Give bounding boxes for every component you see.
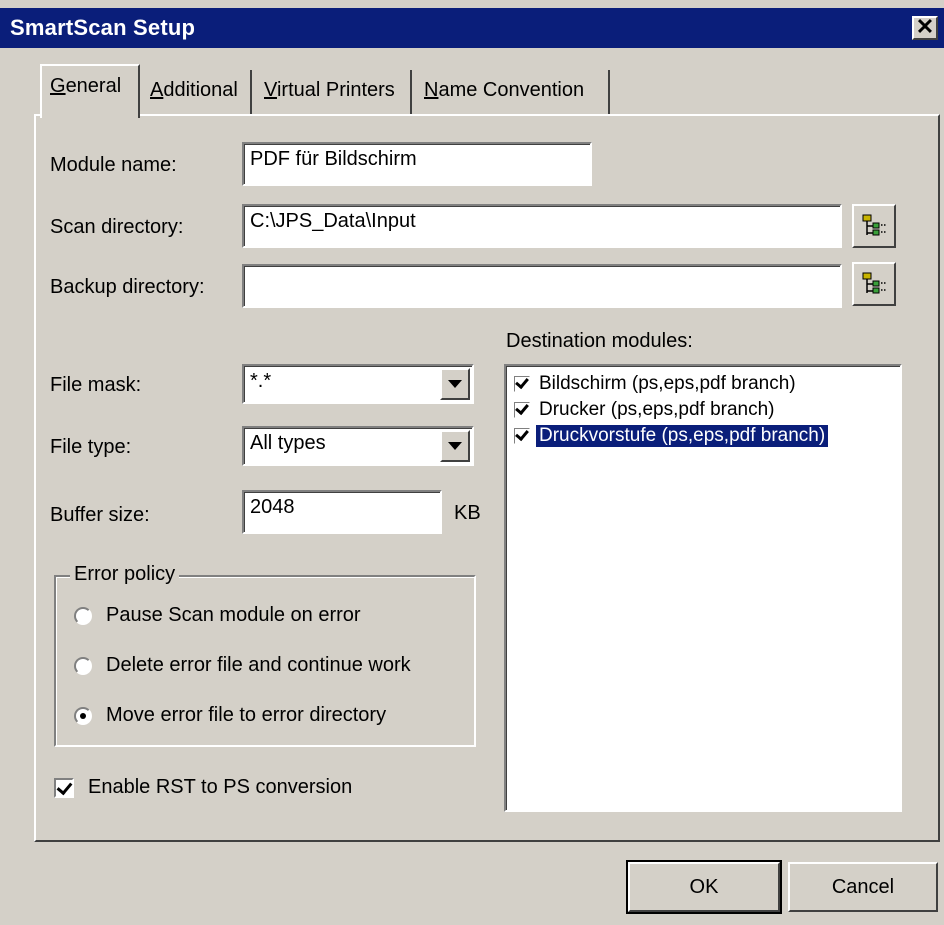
destination-checkbox[interactable] [514,402,530,418]
tab-name-convention[interactable]: Name Convention [416,70,610,116]
radio-pause-scan[interactable]: Pause Scan module on error [74,604,361,627]
enable-rst-label: Enable RST to PS conversion [88,776,353,798]
close-button[interactable]: ✕ [912,16,938,40]
buffer-size-label: Buffer size: [50,504,150,526]
tab-virtual-printers[interactable]: Virtual Printers [256,70,412,116]
destination-modules-label: Destination modules: [506,330,693,352]
tab-virtual-printers-mnemonic: V [264,79,277,101]
file-mask-dropdown-button[interactable] [440,368,470,400]
destination-modules-list[interactable]: Bildschirm (ps,eps,pdf branch) Drucker (… [504,364,902,812]
radio-pause-scan-label: Pause Scan module on error [106,604,361,626]
enable-rst-checkbox-row[interactable]: Enable RST to PS conversion [54,776,352,799]
list-item-label: Druckvorstufe (ps,eps,pdf branch) [534,424,830,448]
tab-additional[interactable]: Additional [142,70,252,116]
list-item-selected[interactable]: Druckvorstufe (ps,eps,pdf branch) [514,424,830,448]
enable-rst-checkbox[interactable] [54,777,74,798]
tab-name-convention-label: ame Convention [438,79,585,101]
folder-tree-icon [862,272,886,294]
list-item[interactable]: Drucker (ps,eps,pdf branch) [514,398,778,422]
scan-directory-label: Scan directory: [50,216,184,238]
window-title: SmartScan Setup [10,15,196,40]
list-item-label: Drucker (ps,eps,pdf branch) [539,399,775,420]
radio-indicator[interactable] [74,606,92,625]
cancel-button[interactable]: Cancel [788,862,938,912]
ok-button[interactable]: OK [626,860,782,914]
smartscan-setup-dialog: SmartScan Setup ✕ General Additional Vir… [0,0,944,925]
backup-directory-input[interactable] [242,264,842,308]
destination-checkbox[interactable] [514,376,530,392]
file-mask-label: File mask: [50,374,142,396]
tab-name-convention-mnemonic: N [424,79,439,101]
file-type-combobox[interactable]: All types [242,426,474,466]
file-type-value: All types [250,432,326,454]
radio-move-error-file-label: Move error file to error directory [106,704,387,726]
buffer-size-input[interactable]: 2048 [242,490,442,534]
list-item[interactable]: Bildschirm (ps,eps,pdf branch) [514,372,799,396]
radio-indicator[interactable] [74,656,92,675]
tab-general-label: eneral [65,75,122,97]
scan-directory-input[interactable]: C:\JPS_Data\Input [242,204,842,248]
scan-directory-browse-button[interactable] [852,204,896,248]
backup-directory-label: Backup directory: [50,276,205,298]
file-type-label: File type: [50,436,132,458]
tab-general[interactable]: General [40,64,140,118]
radio-delete-error-file[interactable]: Delete error file and continue work [74,654,411,677]
destination-checkbox[interactable] [514,428,530,444]
close-icon: ✕ [915,14,935,39]
tab-general-mnemonic: G [50,75,66,97]
tab-additional-label: dditional [163,79,238,101]
backup-directory-browse-button[interactable] [852,262,896,306]
module-name-input[interactable]: PDF für Bildschirm [242,142,592,186]
list-item-label: Bildschirm (ps,eps,pdf branch) [539,373,796,394]
folder-tree-icon [862,214,886,236]
file-mask-value: *.* [250,370,272,392]
file-type-dropdown-button[interactable] [440,430,470,462]
radio-move-error-file[interactable]: Move error file to error directory [74,704,386,727]
radio-indicator-selected[interactable] [74,706,92,725]
radio-delete-error-file-label: Delete error file and continue work [106,654,411,676]
tab-additional-mnemonic: A [150,79,164,101]
chevron-down-icon [448,380,462,388]
module-name-label: Module name: [50,154,177,176]
chevron-down-icon [448,442,462,450]
error-policy-legend: Error policy [70,563,180,586]
file-mask-combobox[interactable]: *.* [242,364,474,404]
tab-virtual-printers-label: irtual Printers [276,79,395,101]
buffer-size-unit: KB [454,502,481,524]
title-bar[interactable]: SmartScan Setup ✕ [0,8,944,48]
